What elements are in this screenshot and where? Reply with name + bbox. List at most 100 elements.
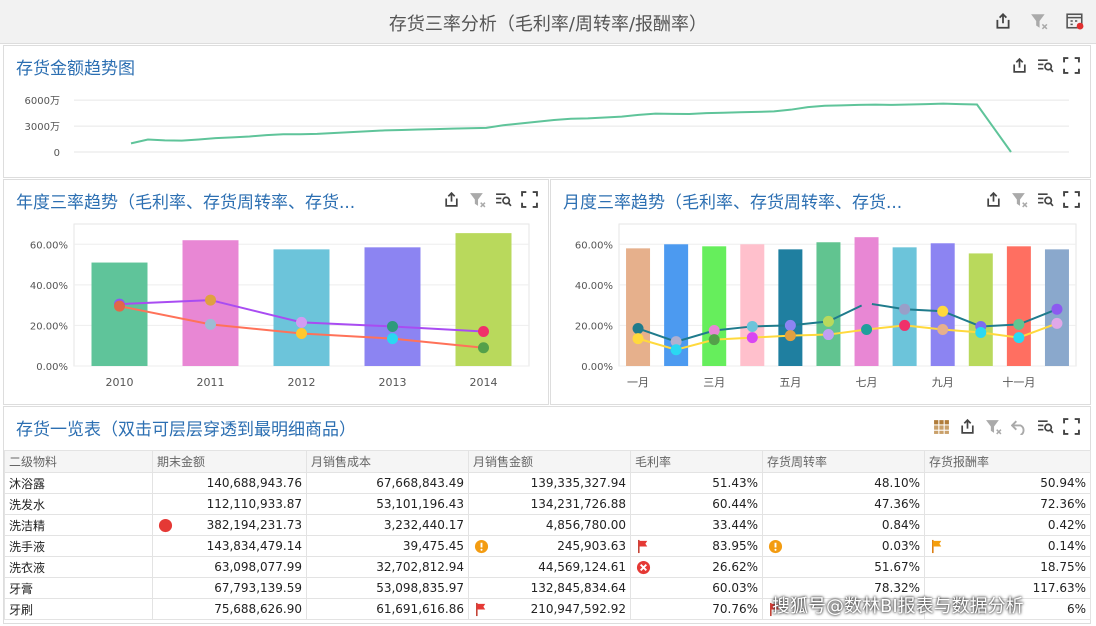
clear-filter-icon[interactable] bbox=[1030, 12, 1048, 30]
table-row[interactable]: 洗洁精 382,194,231.73 3,232,440.17 4,856,780.0… bbox=[4, 514, 1091, 536]
monthly-panel: 月度三率趋势（毛利率、存货周转率、存货... 60.00% 40.00% 20.00… bbox=[550, 179, 1091, 405]
table-row[interactable]: 沐浴露 140,688,943.76 67,668,843.49 139,335,32… bbox=[4, 472, 1091, 494]
cell-value: 63,098,077.99 bbox=[214, 560, 302, 574]
data-point bbox=[746, 332, 758, 344]
undo-icon[interactable] bbox=[1010, 417, 1028, 435]
column-header[interactable]: 二级物料 bbox=[4, 450, 153, 473]
table-cell: 139,335,327.94 bbox=[468, 472, 631, 494]
trend-line bbox=[130, 102, 1012, 153]
red-flag-icon bbox=[474, 602, 489, 620]
x-tick-label: 2014 bbox=[470, 376, 498, 389]
column-settings-icon[interactable] bbox=[932, 417, 950, 435]
export-icon[interactable] bbox=[994, 12, 1012, 30]
bar bbox=[91, 262, 148, 366]
table-cell: 洗发水 bbox=[4, 493, 153, 515]
cell-value: 47.36% bbox=[874, 497, 920, 511]
table-cell: 44,569,124.61 bbox=[468, 556, 631, 578]
table-cell: 牙膏 bbox=[4, 577, 153, 599]
search-icon[interactable] bbox=[1036, 190, 1054, 208]
x-tick-label: 2010 bbox=[106, 376, 134, 389]
fullscreen-icon[interactable] bbox=[1062, 56, 1080, 74]
table-cell: 143,834,479.14 bbox=[152, 535, 307, 557]
column-header[interactable]: 存货报酬率 bbox=[924, 450, 1091, 473]
clear-filter-icon[interactable] bbox=[1010, 190, 1028, 208]
yearly-panel: 年度三率趋势（毛利率、存货周转率、存货... 60.00% 40.00% 20.00… bbox=[3, 179, 549, 405]
cell-value: 53,101,196.43 bbox=[376, 497, 464, 511]
bar bbox=[626, 248, 651, 366]
data-point bbox=[937, 323, 949, 335]
cell-value: 70.76% bbox=[712, 602, 758, 616]
data-point bbox=[708, 334, 720, 346]
table-cell: 洗手液 bbox=[4, 535, 153, 557]
data-point bbox=[632, 322, 644, 334]
app-title: 存货三率分析（毛利率/周转率/报酬率） bbox=[388, 14, 708, 35]
table-cell: 3,232,440.17 bbox=[306, 514, 469, 536]
cell-value: 44,569,124.61 bbox=[538, 560, 626, 574]
y-tick-label: 3000万 bbox=[25, 122, 60, 133]
calendar-icon[interactable] bbox=[1066, 12, 1084, 30]
export-icon[interactable] bbox=[958, 417, 976, 435]
search-icon[interactable] bbox=[1036, 417, 1054, 435]
bar bbox=[778, 249, 803, 366]
cell-value: 0.42% bbox=[1047, 518, 1086, 532]
table-cell: 60.03% bbox=[630, 577, 763, 599]
data-point bbox=[632, 333, 644, 345]
table-cell: 63,098,077.99 bbox=[152, 556, 307, 578]
bar bbox=[930, 243, 955, 366]
data-point bbox=[784, 319, 796, 331]
table-cell: 0.84% bbox=[762, 514, 925, 536]
data-point bbox=[822, 329, 834, 341]
clear-filter-icon[interactable] bbox=[984, 417, 1002, 435]
column-header[interactable]: 期末金额 bbox=[152, 450, 307, 473]
y-tick-label: 20.00% bbox=[30, 321, 68, 332]
data-point bbox=[784, 330, 796, 342]
table-cell: 61,691,616.86 bbox=[306, 598, 469, 620]
y-tick-label: 20.00% bbox=[575, 321, 613, 332]
table-cell: 33.44% bbox=[630, 514, 763, 536]
warning-icon bbox=[474, 539, 489, 557]
cell-value: 75,688,626.90 bbox=[214, 602, 302, 616]
table-cell: 140,688,943.76 bbox=[152, 472, 307, 494]
export-icon[interactable] bbox=[984, 190, 1002, 208]
cell-value: 48.10% bbox=[874, 476, 920, 490]
table-cell: 洗衣液 bbox=[4, 556, 153, 578]
table-cell: 47.36% bbox=[762, 493, 925, 515]
fullscreen-icon[interactable] bbox=[1062, 190, 1080, 208]
warning-icon bbox=[768, 539, 783, 557]
table-cell: 210,947,592.92 bbox=[468, 598, 631, 620]
column-header[interactable]: 月销售金额 bbox=[468, 450, 631, 473]
table-cell: 18.75% bbox=[924, 556, 1091, 578]
data-point bbox=[1013, 318, 1025, 330]
table-row[interactable]: 洗衣液 63,098,077.99 32,702,812.94 44,569,124.… bbox=[4, 556, 1091, 578]
clear-filter-icon[interactable] bbox=[468, 190, 486, 208]
x-tick-label: 一月 bbox=[627, 376, 649, 389]
search-icon[interactable] bbox=[1036, 56, 1054, 74]
cell-value: 洗手液 bbox=[9, 539, 46, 554]
table-row[interactable]: 洗发水 112,110,933.87 53,101,196.43 134,231,72… bbox=[4, 493, 1091, 515]
table-row[interactable]: 洗手液 143,834,479.14 39,475.45 245,903.63 83.9… bbox=[4, 535, 1091, 557]
search-icon[interactable] bbox=[494, 190, 512, 208]
cell-value: 18.75% bbox=[1040, 560, 1086, 574]
data-point bbox=[822, 315, 834, 327]
cell-value: 洗发水 bbox=[9, 497, 46, 512]
data-point bbox=[899, 319, 911, 331]
table-cell: 60.44% bbox=[630, 493, 763, 515]
y-tick-label: 0.00% bbox=[581, 362, 613, 373]
export-icon[interactable] bbox=[442, 190, 460, 208]
table-cell: 53,098,835.97 bbox=[306, 577, 469, 599]
column-header[interactable]: 毛利率 bbox=[630, 450, 763, 473]
x-tick-label: 2011 bbox=[197, 376, 225, 389]
cell-value: 牙刷 bbox=[9, 602, 34, 617]
export-icon[interactable] bbox=[1010, 56, 1028, 74]
table-cell: 32,702,812.94 bbox=[306, 556, 469, 578]
bar bbox=[816, 242, 841, 366]
table-cell: 51.67% bbox=[762, 556, 925, 578]
fullscreen-icon[interactable] bbox=[1062, 417, 1080, 435]
column-header[interactable]: 月销售成本 bbox=[306, 450, 469, 473]
fullscreen-icon[interactable] bbox=[520, 190, 538, 208]
cell-value: 140,688,943.76 bbox=[206, 476, 302, 490]
cell-value: 洗衣液 bbox=[9, 560, 46, 575]
table-cell: 245,903.63 bbox=[468, 535, 631, 557]
column-header[interactable]: 存货周转率 bbox=[762, 450, 925, 473]
trend-panel: 存货金额趋势图 6000万 3000万 0 bbox=[3, 45, 1091, 178]
